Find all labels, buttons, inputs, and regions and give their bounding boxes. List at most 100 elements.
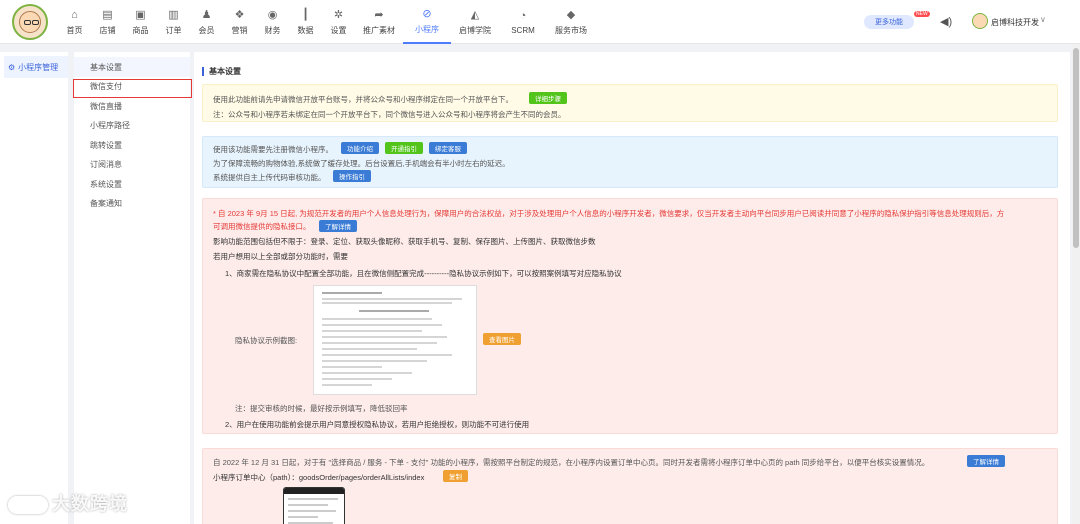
nav-item-order[interactable]: ▥ 订单 <box>157 0 190 44</box>
sidebar-item-2[interactable]: 微信直播 <box>74 96 190 116</box>
nav-item-label: 设置 <box>330 25 347 35</box>
nav-item-home[interactable]: ⌂ 首页 <box>58 0 91 44</box>
avatar[interactable] <box>972 13 988 29</box>
scrollbar-thumb[interactable] <box>1073 48 1079 248</box>
secondary-sidebar: 基本设置 微信支付 微信直播 小程序路径 跳转设置 订阅消息 系统设置 备案通知 <box>74 52 190 524</box>
sidebar-item-0[interactable]: 基本设置 <box>74 57 190 77</box>
order-icon: ▥ <box>168 8 179 21</box>
detail-steps-button[interactable]: 详细步骤 <box>529 92 567 104</box>
notice-text: 注：公众号和小程序若未绑定在同一个开放平台下，同个微信号进入公众号和小程序将会产… <box>213 110 566 119</box>
market-icon: ◆ <box>566 8 576 21</box>
nav-item-settings[interactable]: ✲ 设置 <box>322 0 355 44</box>
member-icon: ♟ <box>201 8 212 21</box>
learn-more-button[interactable]: 了解详情 <box>319 220 357 232</box>
privacy-example-screenshot[interactable] <box>313 285 477 395</box>
watermark-logo-icon <box>8 496 48 515</box>
nav-item-label: 启博学院 <box>459 25 491 35</box>
notice-open-platform: 使用此功能前请先申请微信开放平台账号，并将公众号和小程序绑定在同一个开放平台下。… <box>202 84 1058 122</box>
finance-icon: ◉ <box>267 8 278 21</box>
sidebar-item-label: 小程序管理 <box>18 62 59 72</box>
nav-item-label: 商品 <box>132 25 149 35</box>
nav-item-label: 店铺 <box>99 25 116 35</box>
nav-item-goods[interactable]: ▣ 商品 <box>124 0 157 44</box>
view-image-button[interactable]: 查看图片 <box>483 333 521 345</box>
nav-item-miniprogram[interactable]: ⊘ 小程序 <box>403 0 451 44</box>
highlight-annotation-box <box>73 79 192 98</box>
requirement-text: 若用户想用以上全部或部分功能时，需要 <box>213 252 348 261</box>
notice-text: 为了保障流畅的购物体验,系统做了缓存处理。后台设置后,手机端会有半小时左右的延迟… <box>213 159 510 168</box>
more-features-button[interactable]: 更多功能 <box>864 15 914 29</box>
more-features-label: 更多功能 <box>875 19 903 26</box>
nav-item-label: 小程序 <box>415 24 439 34</box>
sidebar-item-5[interactable]: 订阅消息 <box>74 155 190 175</box>
button-label: 操作指引 <box>339 174 365 181</box>
operation-guide-button[interactable]: 操作指引 <box>333 170 371 182</box>
notice-text: 使用此功能前请先申请微信开放平台账号，并将公众号和小程序绑定在同一个开放平台下。 <box>213 95 513 104</box>
nav-item-label: 数据 <box>297 25 314 35</box>
marketing-icon: ❖ <box>234 8 245 21</box>
button-label: 查看图片 <box>489 337 515 344</box>
nav-item-label: 财务 <box>264 25 281 35</box>
order-center-text: 自 2022 年 12 月 31 日起，对于有 "选择商品 / 服务 - 下单 … <box>213 458 930 467</box>
notice-text: 使用该功能需要先注册微信小程序。 <box>213 145 333 154</box>
sidebar-item-label: 小程序路径 <box>90 121 130 130</box>
step-two-text: 2、用户在使用功能前会提示用户同意授权隐私协议，若用户拒绝授权，则功能不可进行使… <box>225 420 530 429</box>
sidebar-item-label: 备案通知 <box>90 199 122 208</box>
miniprogram-icon: ⊘ <box>422 7 432 20</box>
sidebar-item-label: 订阅消息 <box>90 160 122 169</box>
nav-item-store[interactable]: ▤ 店铺 <box>91 0 124 44</box>
sidebar-item-6[interactable]: 系统设置 <box>74 174 190 194</box>
share-icon: ➦ <box>374 8 384 21</box>
nav-item-label: 会员 <box>198 25 215 35</box>
home-icon: ⌂ <box>71 8 78 21</box>
watermark: 大数跨境 <box>8 490 128 516</box>
main-content: 基本设置 使用此功能前请先申请微信开放平台账号，并将公众号和小程序绑定在同一个开… <box>194 52 1070 524</box>
button-label: 复制 <box>449 474 462 481</box>
notice-privacy: * 自 2023 年 9月 15 日起, 为规范开发者的用户个人信息处理行为，保… <box>202 198 1058 434</box>
button-label: 绑定客服 <box>435 146 461 153</box>
order-center-path: 小程序订单中心（path）：goodsOrder/pages/orderAllL… <box>213 473 425 482</box>
brand-logo[interactable] <box>12 4 48 40</box>
sidebar-item-label: 微信直播 <box>90 101 122 111</box>
sidebar-item-7[interactable]: 备案通知 <box>74 194 190 214</box>
speaker-icon[interactable]: ◀) <box>940 15 952 28</box>
section-title: 基本设置 <box>202 67 241 76</box>
learn-more-button[interactable]: 了解详情 <box>967 455 1005 467</box>
notice-order-center: 自 2022 年 12 月 31 日起，对于有 "选择商品 / 服务 - 下单 … <box>202 448 1058 524</box>
settings-icon: ✲ <box>333 8 344 21</box>
nav-item-label: 首页 <box>66 25 83 35</box>
main-nav: ⌂ 首页 ▤ 店铺 ▣ 商品 ▥ 订单 ♟ 会员 ❖ 营销 ◉ 财务 ┃ 数据 ✲ 设置 ➦ 推广素材 ⊘ 小程序 ◭ 启博学… <box>58 0 595 44</box>
order-center-example-image[interactable] <box>283 487 345 524</box>
open-guide-button[interactable]: 开通指引 <box>385 142 423 154</box>
notice-text: 系统提供自主上传代码审核功能。 <box>213 173 326 182</box>
nav-item-data[interactable]: ┃ 数据 <box>289 0 322 44</box>
example-note: 注：提交审核的时候，最好按示例填写，降低驳回率 <box>235 404 408 413</box>
nav-item-share[interactable]: ➦ 推广素材 <box>355 0 403 44</box>
nav-item-member[interactable]: ♟ 会员 <box>190 0 223 44</box>
vertical-scrollbar[interactable] <box>1072 44 1080 524</box>
nav-item-label: 服务市场 <box>555 25 587 35</box>
nav-item-label: 营销 <box>231 25 248 35</box>
button-label: 了解详情 <box>973 459 999 466</box>
watermark-text: 大数跨境 <box>52 494 128 514</box>
nav-item-scrm[interactable]: ◔ SCRM <box>499 0 547 44</box>
logo-face <box>19 11 41 33</box>
nav-item-finance[interactable]: ◉ 财务 <box>256 0 289 44</box>
new-badge: NEW <box>914 11 930 17</box>
button-label: 详细步骤 <box>535 96 561 103</box>
feature-intro-button[interactable]: 功能介绍 <box>341 142 379 154</box>
button-label: 了解详情 <box>325 224 351 231</box>
user-name[interactable]: 启博科技开发 <box>991 17 1039 28</box>
copy-button[interactable]: 复制 <box>443 470 468 482</box>
nav-item-marketing[interactable]: ❖ 营销 <box>223 0 256 44</box>
nav-item-academy[interactable]: ◭ 启博学院 <box>451 0 499 44</box>
scrm-icon: ◔ <box>519 9 527 22</box>
academy-icon: ◭ <box>470 8 480 21</box>
sidebar-item-4[interactable]: 跳转设置 <box>74 135 190 155</box>
bind-service-button[interactable]: 绑定客服 <box>429 142 467 154</box>
sidebar-item-miniprogram-manage[interactable]: ⚙ 小程序管理 <box>4 56 68 78</box>
chevron-down-icon[interactable]: ∨ <box>1040 15 1046 24</box>
step-one-text: 1、商家需在隐私协议中配置全部功能，且在微信侧配置完成----------隐私协… <box>225 269 622 278</box>
sidebar-item-3[interactable]: 小程序路径 <box>74 116 190 136</box>
nav-item-market[interactable]: ◆ 服务市场 <box>547 0 595 44</box>
